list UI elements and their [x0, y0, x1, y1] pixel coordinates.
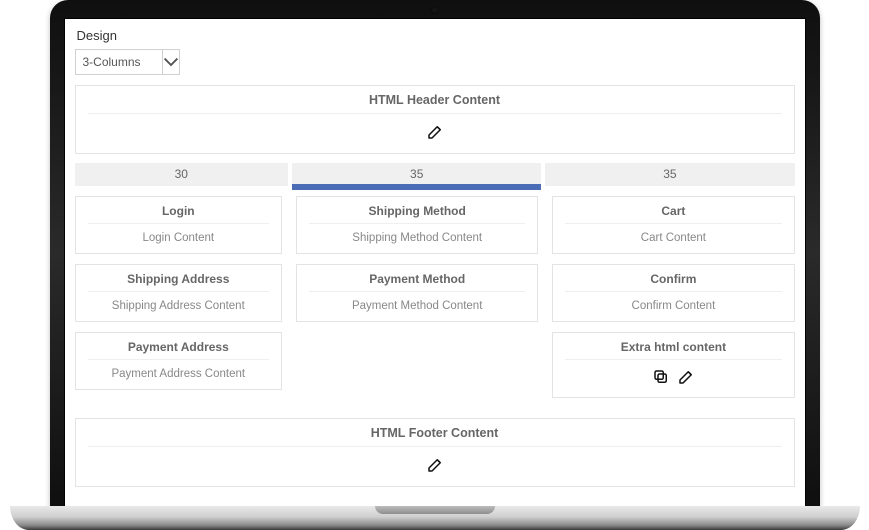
- card-title: Confirm: [553, 265, 793, 291]
- copy-extra-html-button[interactable]: [650, 366, 672, 388]
- columns-container: Login Login Content Shipping Address Shi…: [75, 196, 795, 408]
- cart-card[interactable]: Cart Cart Content: [552, 196, 794, 254]
- layout-select-value: 3-Columns: [83, 55, 141, 69]
- ruler-segment-3[interactable]: 35: [545, 163, 794, 186]
- edit-extra-html-button[interactable]: [675, 366, 697, 388]
- column-3: Cart Cart Content Confirm Confirm Conten…: [552, 196, 794, 408]
- payment-address-card[interactable]: Payment Address Payment Address Content: [75, 332, 283, 390]
- card-title: Payment Address: [76, 333, 282, 359]
- chevron-down-icon: [162, 50, 179, 74]
- extra-html-card[interactable]: Extra html content: [552, 332, 794, 398]
- payment-method-card[interactable]: Payment Method Payment Method Content: [296, 264, 538, 322]
- card-body: [553, 360, 793, 397]
- card-body: Shipping Address Content: [76, 292, 282, 321]
- card-title: Cart: [553, 197, 793, 223]
- column-width-ruler: 30 35 35: [75, 163, 795, 186]
- card-body: Payment Method Content: [297, 292, 537, 321]
- design-screen: Design 3-Columns HTML Header Content 30: [64, 18, 806, 507]
- login-card[interactable]: Login Login Content: [75, 196, 283, 254]
- card-body: Payment Address Content: [76, 360, 282, 389]
- confirm-card[interactable]: Confirm Confirm Content: [552, 264, 794, 322]
- header-content-panel: HTML Header Content: [75, 85, 795, 154]
- card-title: Login: [76, 197, 282, 223]
- column-2: Shipping Method Shipping Method Content …: [296, 196, 538, 408]
- ruler-segment-2[interactable]: 35: [292, 163, 541, 186]
- card-body: Shipping Method Content: [297, 224, 537, 253]
- ruler-segment-1[interactable]: 30: [75, 163, 289, 186]
- footer-content-panel: HTML Footer Content: [75, 418, 795, 487]
- laptop-frame: Design 3-Columns HTML Header Content 30: [50, 0, 820, 507]
- edit-header-button[interactable]: [424, 121, 446, 143]
- card-body: Confirm Content: [553, 292, 793, 321]
- layout-columns-select[interactable]: 3-Columns: [75, 49, 180, 75]
- card-title: Shipping Method: [297, 197, 537, 223]
- page-title: Design: [75, 26, 795, 49]
- card-title: Extra html content: [553, 333, 793, 359]
- card-title: Shipping Address: [76, 265, 282, 291]
- card-body: Cart Content: [553, 224, 793, 253]
- card-body: Login Content: [76, 224, 282, 253]
- card-title: Payment Method: [297, 265, 537, 291]
- footer-panel-title: HTML Footer Content: [76, 419, 794, 446]
- shipping-address-card[interactable]: Shipping Address Shipping Address Conten…: [75, 264, 283, 322]
- column-1: Login Login Content Shipping Address Shi…: [75, 196, 283, 408]
- shipping-method-card[interactable]: Shipping Method Shipping Method Content: [296, 196, 538, 254]
- header-panel-title: HTML Header Content: [76, 86, 794, 113]
- laptop-base: [10, 506, 860, 530]
- edit-footer-button[interactable]: [424, 454, 446, 476]
